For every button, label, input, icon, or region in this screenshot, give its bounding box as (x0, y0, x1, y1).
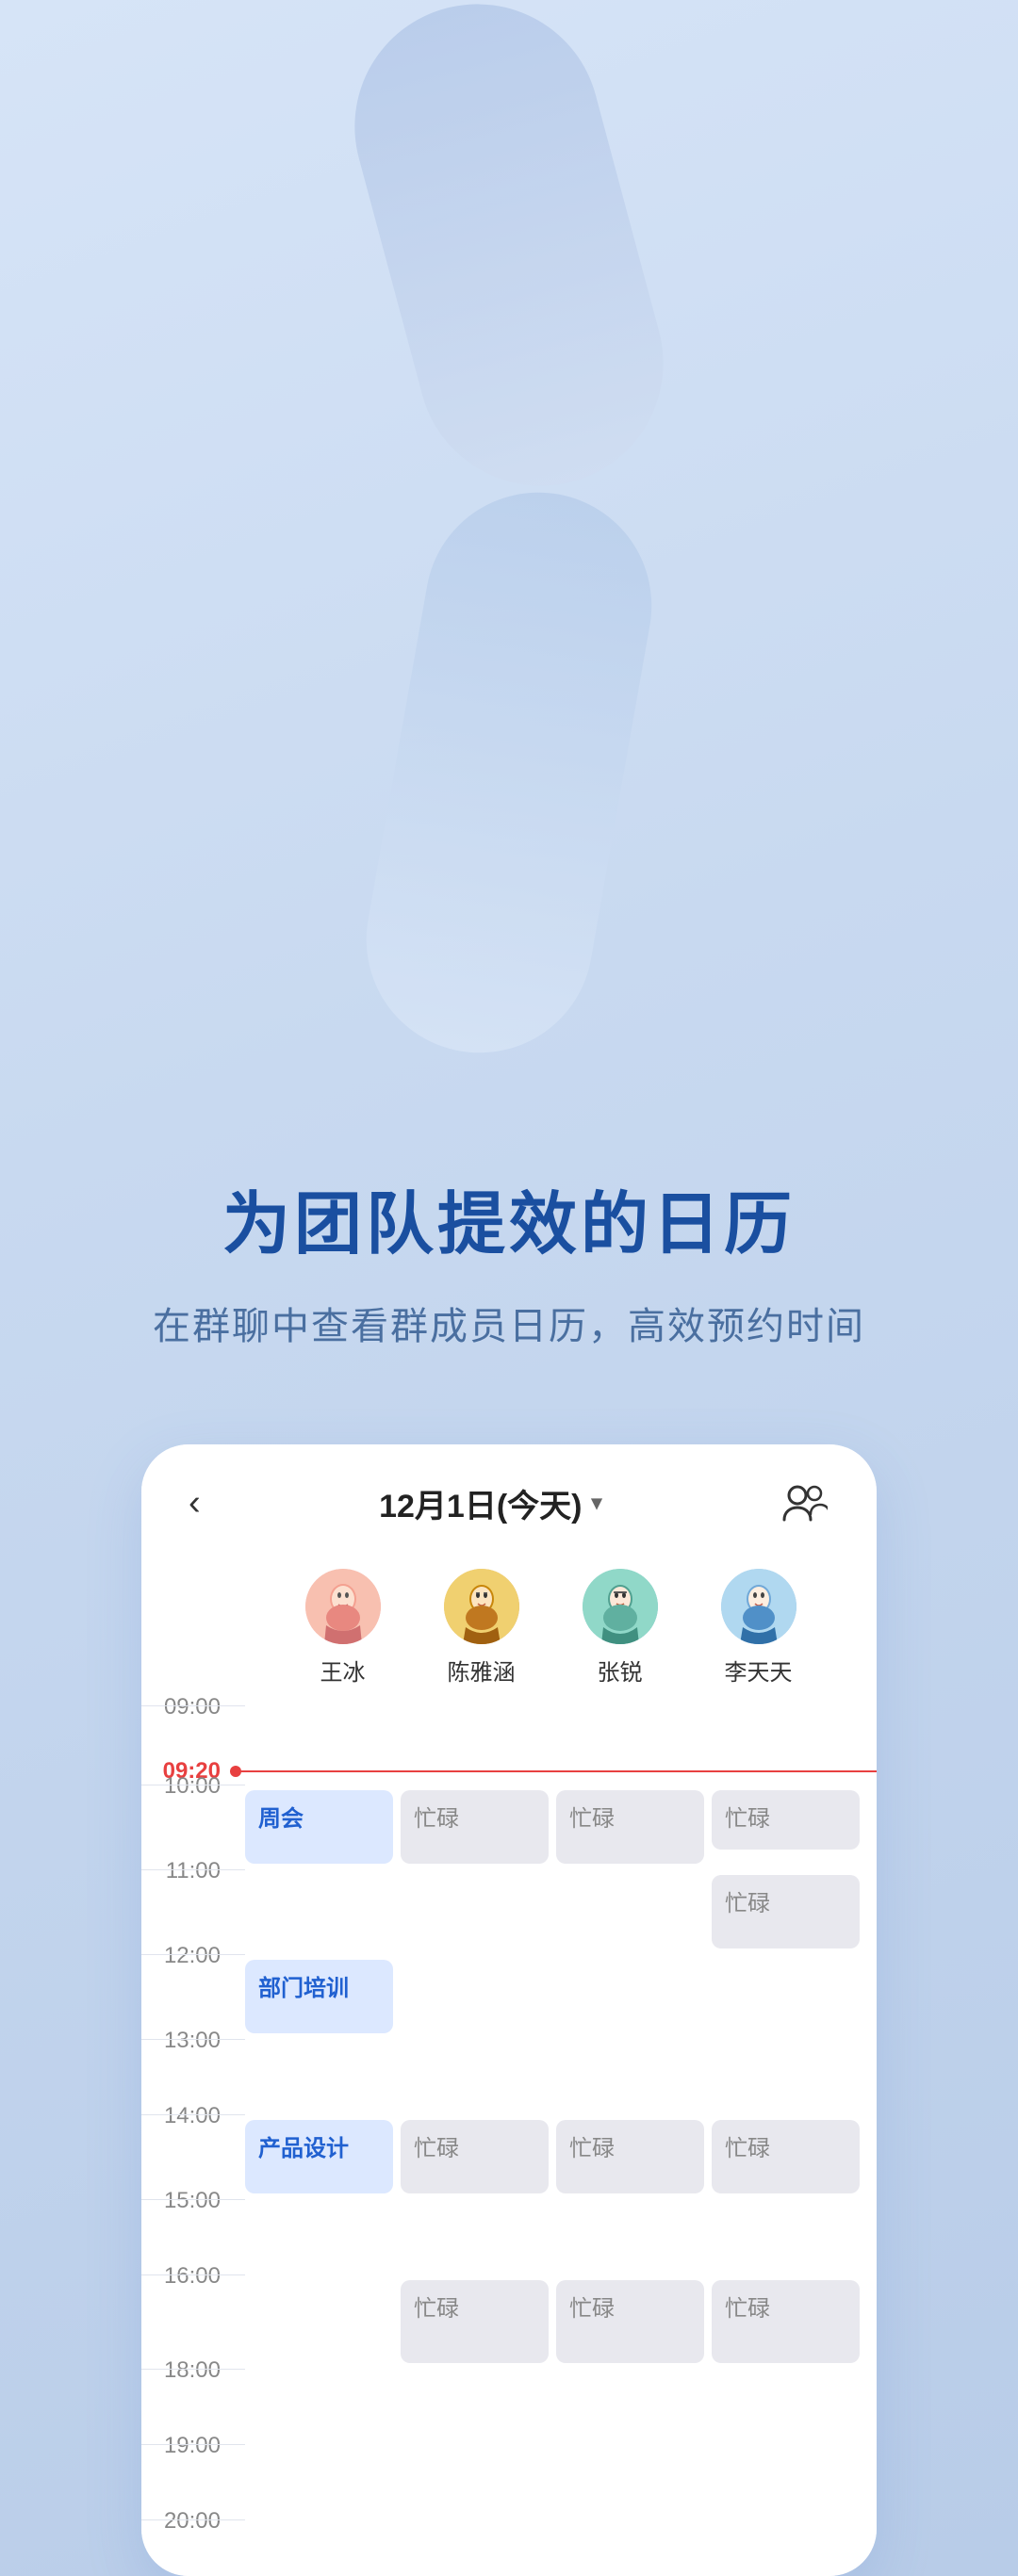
member-chen[interactable]: 陈雅涵 (412, 1569, 550, 1687)
date-dropdown-icon: ▾ (591, 1491, 601, 1515)
hero-subtitle: 在群聊中查看群成员日历，高效预约时间 (153, 1296, 865, 1350)
event-busy-li-4: 忙碌 (712, 2280, 860, 2363)
calendar-area: 09:00 09:20 10:00 周会 (141, 1705, 877, 2576)
time-label-1400: 14:00 (164, 2103, 221, 2129)
hero-section: 为团队提效的日历 在群聊中查看群成员日历，高效预约时间 (0, 1055, 1018, 1407)
time-row-2000: 20:00 (141, 2519, 877, 2557)
cell-empty (712, 1705, 860, 1758)
member-li[interactable]: 李天天 (689, 1569, 828, 1687)
cell-empty-11-2 (401, 1875, 549, 1948)
cells-1600: 忙碌 忙碌 忙碌 (236, 2274, 877, 2369)
cell-empty-12-3 (556, 1960, 704, 2033)
cells-2000 (236, 2519, 877, 2557)
avatar-chen (444, 1569, 519, 1644)
cell-empty (401, 1705, 549, 1758)
current-time-line (236, 1770, 877, 1772)
time-row-1800: 18:00 (141, 2369, 877, 2444)
avatar-li (721, 1569, 796, 1644)
phone-card: ‹ 12月1日(今天) ▾ (141, 1444, 877, 2576)
time-row-1100: 11:00 忙碌 (141, 1869, 877, 1954)
time-row-1600: 16:00 忙碌 忙碌 忙碌 (141, 2274, 877, 2369)
cell-empty-11-1 (245, 1875, 393, 1948)
cells-1500 (236, 2199, 877, 2274)
deco-left (327, 0, 691, 514)
time-label-1100: 11:00 (166, 1858, 221, 1884)
hero-title: 为团队提效的日历 (222, 1168, 796, 1267)
time-label-1200: 12:00 (164, 1943, 221, 1969)
event-busy-li-3: 忙碌 (712, 2120, 860, 2193)
time-row-1900: 19:00 (141, 2444, 877, 2519)
avatar-zhang (583, 1569, 658, 1644)
cell-empty-16-1 (245, 2280, 393, 2363)
event-busy-chen-3: 忙碌 (401, 2280, 549, 2363)
event-zhou-hui[interactable]: 周会 (245, 1790, 393, 1864)
event-busy-chen-1: 忙碌 (401, 1790, 549, 1864)
time-label-1300: 13:00 (164, 2028, 221, 2054)
member-name-chen: 陈雅涵 (448, 1654, 516, 1687)
event-busy-zhang-1: 忙碌 (556, 1790, 704, 1864)
cells-1400: 产品设计 忙碌 忙碌 忙碌 (236, 2114, 877, 2199)
back-button[interactable]: ‹ (189, 1483, 201, 1524)
cells-1300 (236, 2039, 877, 2114)
cells-1900 (236, 2444, 877, 2519)
cells-1100: 忙碌 (236, 1869, 877, 1954)
header-date[interactable]: 12月1日(今天) ▾ (379, 1480, 601, 1526)
date-label: 12月1日(今天) (379, 1480, 582, 1526)
member-name-zhang: 张锐 (598, 1654, 643, 1687)
time-row-current: 09:20 (141, 1758, 877, 1785)
event-bumen[interactable]: 部门培训 (245, 1960, 393, 2033)
time-label-1800: 18:00 (164, 2357, 221, 2384)
event-busy-zhang-3: 忙碌 (556, 2280, 704, 2363)
time-row-1400: 14:00 产品设计 忙碌 忙碌 忙碌 (141, 2114, 877, 2199)
group-members-button[interactable] (780, 1478, 829, 1527)
time-label-1900: 19:00 (164, 2433, 221, 2459)
member-name-wang: 王冰 (320, 1654, 366, 1687)
event-busy-zhang-2: 忙碌 (556, 2120, 704, 2193)
member-zhang[interactable]: 张锐 (550, 1569, 689, 1687)
cells-0900 (236, 1705, 877, 1758)
deco-right (349, 475, 670, 1071)
event-busy-li-1: 忙碌 (712, 1790, 860, 1850)
cells-1000: 周会 忙碌 忙碌 忙碌 (236, 1785, 877, 1869)
time-row-1200: 12:00 部门培训 (141, 1954, 877, 2039)
cell-empty-12-2 (401, 1960, 549, 2033)
time-label-0900: 09:00 (164, 1694, 221, 1720)
cells-1800 (236, 2369, 877, 2444)
member-wang[interactable]: 王冰 (273, 1569, 412, 1687)
cells-1200: 部门培训 (236, 1954, 877, 2039)
time-row-1000: 10:00 周会 忙碌 忙碌 忙碌 (141, 1785, 877, 1869)
card-header: ‹ 12月1日(今天) ▾ (141, 1444, 877, 1550)
event-busy-chen-2: 忙碌 (401, 2120, 549, 2193)
event-chanpin[interactable]: 产品设计 (245, 2120, 393, 2193)
cell-empty-12-4 (712, 1960, 860, 2033)
time-row-1500: 15:00 (141, 2199, 877, 2274)
time-label-1000: 10:00 (164, 1773, 221, 1800)
avatars-row: 王冰 陈雅涵 (141, 1550, 877, 1705)
cell-empty-11-3 (556, 1875, 704, 1948)
avatar-wang (305, 1569, 381, 1644)
time-row-1300: 13:00 (141, 2039, 877, 2114)
time-label-2000: 20:00 (164, 2508, 221, 2535)
time-label-1600: 16:00 (164, 2263, 221, 2290)
time-label-1500: 15:00 (164, 2188, 221, 2214)
event-busy-li-2: 忙碌 (712, 1875, 860, 1948)
cell-empty (245, 1705, 393, 1758)
cell-empty (556, 1705, 704, 1758)
time-row-0900: 09:00 (141, 1705, 877, 1758)
current-time-dot (230, 1766, 241, 1777)
member-name-li: 李天天 (725, 1654, 793, 1687)
